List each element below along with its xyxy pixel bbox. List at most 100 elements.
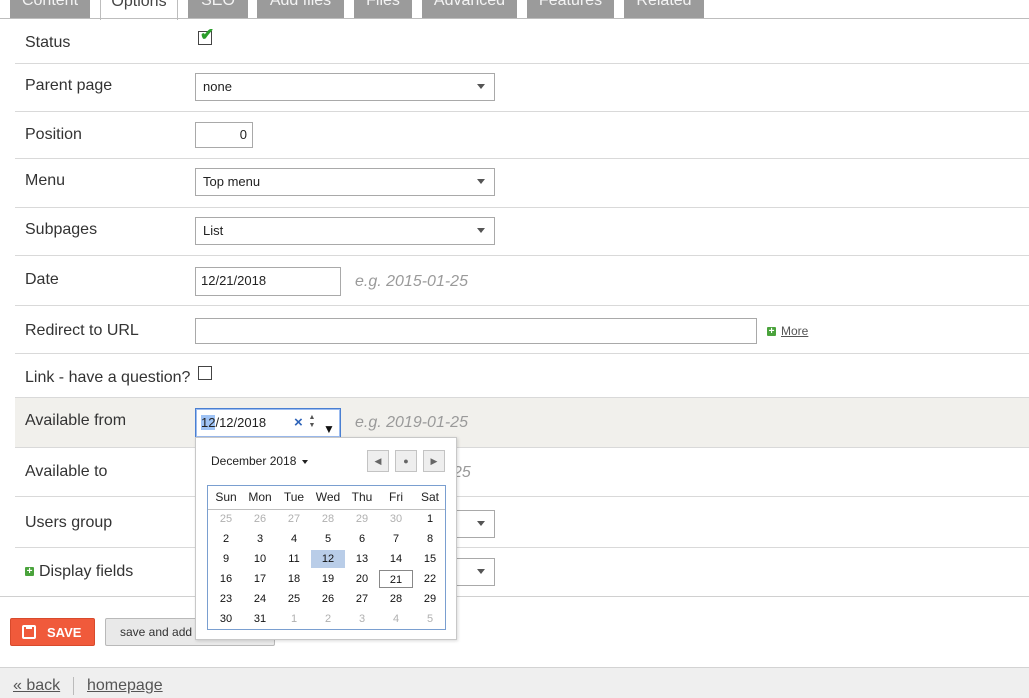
tab-advanced[interactable]: Advanced	[422, 0, 517, 18]
calendar-day[interactable]: 5	[311, 530, 345, 548]
calendar-day[interactable]: 1	[413, 510, 447, 528]
clear-icon[interactable]: ×	[294, 415, 303, 430]
calendar-day[interactable]: 15	[413, 550, 447, 568]
parent-page-label: Parent page	[25, 77, 113, 94]
calendar-day[interactable]: 16	[209, 570, 243, 588]
tab-seo[interactable]: SEO	[188, 0, 248, 18]
calendar-day[interactable]: 3	[345, 610, 379, 628]
calendar-day[interactable]: 17	[243, 570, 277, 588]
row-parent-page: Parent page none	[15, 64, 1029, 112]
chevron-down-icon	[477, 521, 485, 526]
save-button-label: SAVE	[47, 625, 82, 640]
homepage-link[interactable]: homepage	[87, 677, 163, 695]
weekday-header: Thu	[351, 490, 373, 504]
calendar-day[interactable]: 7	[379, 530, 413, 548]
calendar-day[interactable]: 31	[243, 610, 277, 628]
date-label: Date	[25, 271, 59, 288]
more-label: More	[781, 324, 809, 338]
status-checkbox[interactable]: ✔	[198, 26, 214, 45]
tab-content[interactable]: Content	[10, 0, 90, 18]
calendar-day[interactable]: 26	[311, 590, 345, 608]
tab-related[interactable]: Related	[624, 0, 704, 18]
subpages-value: List	[203, 223, 224, 238]
calendar-day[interactable]: 24	[243, 590, 277, 608]
calendar-day[interactable]: 29	[345, 510, 379, 528]
weekday-header: Wed	[315, 490, 341, 504]
calendar-day[interactable]: 22	[413, 570, 447, 588]
calendar-day[interactable]: 3	[243, 530, 277, 548]
calendar-day[interactable]: 12	[311, 550, 345, 568]
subpages-select[interactable]: List	[195, 217, 495, 245]
row-display-fields: + Display fields	[15, 548, 1029, 596]
tab-options[interactable]: Options	[100, 0, 178, 20]
calendar-day[interactable]: 19	[311, 570, 345, 588]
available-from-hint: e.g. 2019-01-25	[355, 414, 468, 431]
calendar-day[interactable]: 30	[209, 610, 243, 628]
available-from-rest: /12/2018	[215, 415, 267, 430]
today-button[interactable]: ●	[395, 450, 417, 472]
calendar-day[interactable]: 25	[277, 590, 311, 608]
menu-value: Top menu	[203, 174, 261, 189]
calendar-day[interactable]: 27	[345, 590, 379, 608]
calendar-day[interactable]: 14	[379, 550, 413, 568]
save-disk-icon	[22, 625, 36, 639]
tab-files[interactable]: Files	[354, 0, 412, 18]
menu-label: Menu	[25, 172, 66, 189]
row-menu: Menu Top menu	[15, 159, 1029, 208]
calendar-day[interactable]: 10	[243, 550, 277, 568]
link-question-checkbox[interactable]	[198, 366, 212, 380]
calendar-month-selector[interactable]: December 2018	[211, 454, 309, 468]
position-label: Position	[25, 126, 82, 143]
spinner-icon[interactable]: ▲ ▼	[308, 414, 316, 430]
link-question-label: Link - have a question?	[25, 369, 191, 386]
redirect-url-input[interactable]	[195, 318, 757, 344]
calendar-day[interactable]: 4	[379, 610, 413, 628]
save-button[interactable]: SAVE	[10, 618, 95, 646]
calendar-day[interactable]: 21	[379, 570, 413, 588]
tab-add-files[interactable]: Add files	[257, 0, 344, 18]
calendar-day[interactable]: 20	[345, 570, 379, 588]
calendar-day[interactable]: 4	[277, 530, 311, 548]
calendar-day[interactable]: 18	[277, 570, 311, 588]
prev-month-button[interactable]: ◀	[367, 450, 389, 472]
footer-separator	[73, 677, 74, 695]
calendar-day[interactable]: 2	[209, 530, 243, 548]
calendar-day[interactable]: 27	[277, 510, 311, 528]
caret-down-icon	[302, 459, 309, 464]
calendar-day[interactable]: 23	[209, 590, 243, 608]
calendar-day[interactable]: 30	[379, 510, 413, 528]
calendar-day[interactable]: 9	[209, 550, 243, 568]
chevron-down-icon	[477, 569, 485, 574]
calendar-day[interactable]: 1	[277, 610, 311, 628]
back-link[interactable]: « back	[13, 677, 60, 695]
calendar-grid: Sun Mon Tue Wed Thu Fri Sat 25 26 27 28 29 30 1 2 3 4 5 6 7…	[207, 485, 446, 630]
calendar-day[interactable]: 28	[311, 510, 345, 528]
available-to-label: Available to	[25, 463, 108, 480]
calendar-day[interactable]: 25	[209, 510, 243, 528]
tab-bar: Content Options SEO Add files Files Adva…	[0, 0, 1029, 20]
available-from-input[interactable]: 12/12/2018 × ▲ ▼ ▼	[195, 408, 341, 438]
calendar-day[interactable]: 6	[345, 530, 379, 548]
calendar-day[interactable]: 28	[379, 590, 413, 608]
calendar-day[interactable]: 8	[413, 530, 447, 548]
footer: « back homepage	[0, 667, 1029, 698]
next-month-button[interactable]: ▶	[423, 450, 445, 472]
calendar-day[interactable]: 29	[413, 590, 447, 608]
calendar-day[interactable]: 11	[277, 550, 311, 568]
plus-icon: +	[25, 566, 34, 578]
date-input[interactable]: 12/21/2018	[195, 267, 341, 296]
more-link[interactable]: + More	[767, 324, 808, 338]
row-available-from: Available from e.g. 2019-01-25	[15, 398, 1029, 448]
calendar-day[interactable]: 26	[243, 510, 277, 528]
parent-page-value: none	[203, 79, 232, 94]
menu-select[interactable]: Top menu	[195, 168, 495, 196]
parent-page-select[interactable]: none	[195, 73, 495, 101]
calendar-day[interactable]: 2	[311, 610, 345, 628]
row-status: Status ✔	[15, 19, 1029, 64]
position-input[interactable]: 0	[195, 122, 253, 148]
weekday-header: Sun	[215, 490, 237, 504]
display-fields-label[interactable]: + Display fields	[25, 563, 133, 581]
calendar-day[interactable]: 13	[345, 550, 379, 568]
calendar-day[interactable]: 5	[413, 610, 447, 628]
tab-features[interactable]: Features	[527, 0, 614, 18]
